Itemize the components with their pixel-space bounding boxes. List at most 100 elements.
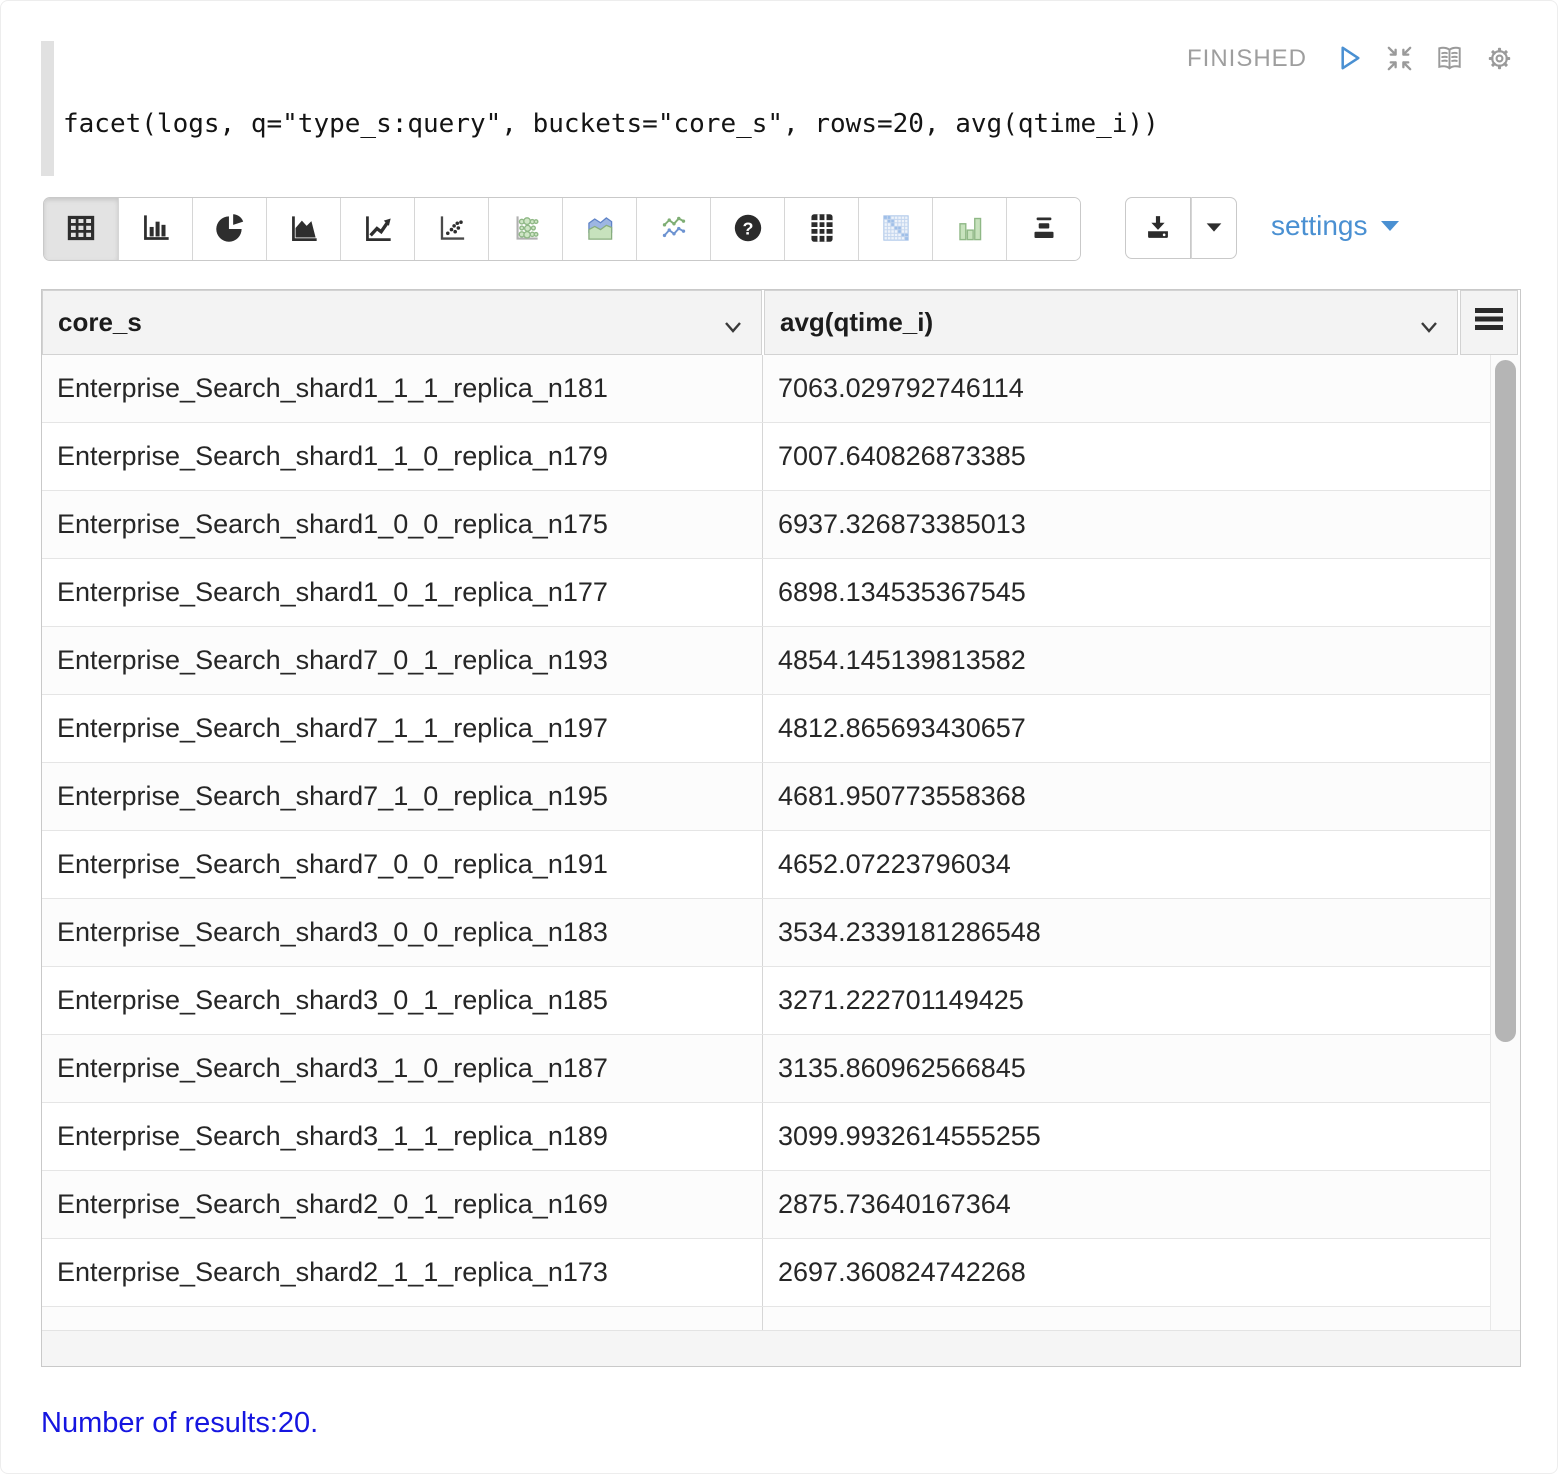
table-row: Enterprise_Search_shard1_1_0_replica_n17… [42,423,1490,491]
column-header-avg-qtime-i[interactable]: avg(qtime_i) [764,290,1458,355]
scatter-chart-icon [433,209,471,250]
vertical-scrollbar-thumb[interactable] [1495,360,1516,1042]
cell-avg-qtime-i: 4854.145139813582 [763,627,1490,694]
table-menu-button[interactable] [1460,290,1518,355]
cell-core-s: Enterprise_Search_shard3_0_0_replica_n18… [42,899,763,966]
cell-avg-qtime-i: 3099.9932614555255 [763,1103,1490,1170]
horizontal-scrollbar[interactable] [42,1330,1520,1366]
table-row: Enterprise_Search_shard2_0_1_replica_n16… [42,1171,1490,1239]
cell-avg-qtime-i: 4681.950773558368 [763,763,1490,830]
chevron-down-icon[interactable] [721,313,745,333]
download-icon [1141,210,1175,247]
bubble-chart-icon [507,209,545,250]
cell-core-s: Enterprise_Search_shard1_1_1_replica_n18… [42,355,763,422]
chart-type-funnel-chart-button[interactable] [1006,198,1080,260]
cell-core-s: Enterprise_Search_shard3_1_1_replica_n18… [42,1103,763,1170]
table-row [42,1307,1490,1330]
cell-avg-qtime-i: 6937.326873385013 [763,491,1490,558]
chart-type-heatmap-button[interactable] [858,198,932,260]
table-row: Enterprise_Search_shard1_1_1_replica_n18… [42,355,1490,423]
chart-type-stacked-area-chart-button[interactable] [562,198,636,260]
table-row: Enterprise_Search_shard7_0_1_replica_n19… [42,627,1490,695]
chart-type-multi-line-chart-button[interactable] [636,198,710,260]
table-row: Enterprise_Search_shard3_0_1_replica_n18… [42,967,1490,1035]
bar-chart-icon [137,209,175,250]
download-dropdown-button[interactable] [1191,197,1237,259]
settings-dropdown[interactable]: settings [1271,210,1402,242]
stacked-area-chart-icon [581,209,619,250]
chart-type-bar-chart-button[interactable] [118,198,192,260]
result-table: core_s avg(qtime_i) Enterprise_Search_sh… [41,289,1521,1367]
cell-avg-qtime-i: 7007.640826873385 [763,423,1490,490]
table-row: Enterprise_Search_shard7_1_1_replica_n19… [42,695,1490,763]
data-grid-icon [803,209,841,250]
code-line[interactable]: facet(logs, q="type_s:query", buckets="c… [63,109,1159,139]
pie-chart-icon [211,209,249,250]
table-row: Enterprise_Search_shard3_1_0_replica_n18… [42,1035,1490,1103]
hamburger-menu-icon [1474,306,1504,340]
chart-type-area-chart-button[interactable] [266,198,340,260]
caret-down-icon [1378,210,1402,242]
table-body: Enterprise_Search_shard1_1_1_replica_n18… [42,355,1490,1330]
editor-gutter [41,41,54,176]
table-row: Enterprise_Search_shard2_1_1_replica_n17… [42,1239,1490,1307]
cell-avg-qtime-i: 3135.860962566845 [763,1035,1490,1102]
help-icon: ? [729,209,767,250]
cell-avg-qtime-i [763,1307,1490,1330]
cell-core-s: Enterprise_Search_shard2_1_1_replica_n17… [42,1239,763,1306]
cell-avg-qtime-i: 4812.865693430657 [763,695,1490,762]
table-row: Enterprise_Search_shard1_0_0_replica_n17… [42,491,1490,559]
column-header-core-s[interactable]: core_s [42,290,762,355]
cell-avg-qtime-i: 2697.360824742268 [763,1239,1490,1306]
cell-core-s: Enterprise_Search_shard1_0_1_replica_n17… [42,559,763,626]
cell-avg-qtime-i: 7063.029792746114 [763,355,1490,422]
vertical-scrollbar[interactable] [1490,355,1520,1330]
chart-type-table-button[interactable] [44,198,118,260]
svg-text:?: ? [742,218,753,238]
column-chart-icon [951,209,989,250]
code-editor[interactable]: facet(logs, q="type_s:query", buckets="c… [41,41,1521,176]
table-row: Enterprise_Search_shard7_1_0_replica_n19… [42,763,1490,831]
chart-type-pie-chart-button[interactable] [192,198,266,260]
cell-core-s: Enterprise_Search_shard1_1_0_replica_n17… [42,423,763,490]
line-chart-icon [359,209,397,250]
chart-type-column-chart-button[interactable] [932,198,1006,260]
column-header-label: core_s [58,307,142,338]
chart-type-help-button[interactable]: ? [710,198,784,260]
table-row: Enterprise_Search_shard3_1_1_replica_n18… [42,1103,1490,1171]
cell-core-s: Enterprise_Search_shard3_1_0_replica_n18… [42,1035,763,1102]
chart-type-line-chart-button[interactable] [340,198,414,260]
funnel-chart-icon [1025,209,1063,250]
column-header-label: avg(qtime_i) [780,307,933,338]
results-count: Number of results:20. [41,1407,318,1440]
download-button[interactable] [1125,197,1191,259]
table-icon [62,209,100,250]
cell-core-s: Enterprise_Search_shard7_0_1_replica_n19… [42,627,763,694]
chevron-down-icon[interactable] [1417,313,1441,333]
cell-core-s: Enterprise_Search_shard7_1_0_replica_n19… [42,763,763,830]
table-row: Enterprise_Search_shard3_0_0_replica_n18… [42,899,1490,967]
cell-core-s: Enterprise_Search_shard3_0_1_replica_n18… [42,967,763,1034]
cell-avg-qtime-i: 3534.2339181286548 [763,899,1490,966]
area-chart-icon [285,209,323,250]
table-row: Enterprise_Search_shard7_0_0_replica_n19… [42,831,1490,899]
caret-down-icon [1203,218,1225,239]
chart-type-data-grid-button[interactable] [784,198,858,260]
cell-avg-qtime-i: 6898.134535367545 [763,559,1490,626]
cell-core-s: Enterprise_Search_shard7_0_0_replica_n19… [42,831,763,898]
chart-type-group: ? [43,197,1081,261]
table-row: Enterprise_Search_shard1_0_1_replica_n17… [42,559,1490,627]
visualization-toolbar: ? [43,197,1402,261]
table-header-row: core_s avg(qtime_i) [42,290,1520,355]
chart-type-scatter-chart-button[interactable] [414,198,488,260]
chart-type-bubble-chart-button[interactable] [488,198,562,260]
heatmap-icon [877,209,915,250]
cell-core-s: Enterprise_Search_shard2_0_1_replica_n16… [42,1171,763,1238]
cell-avg-qtime-i: 4652.07223796034 [763,831,1490,898]
zeppelin-paragraph: FINISHED [0,0,1558,1474]
cell-avg-qtime-i: 3271.222701149425 [763,967,1490,1034]
download-button-group [1125,197,1237,259]
cell-core-s: Enterprise_Search_shard1_0_0_replica_n17… [42,491,763,558]
cell-core-s: Enterprise_Search_shard7_1_1_replica_n19… [42,695,763,762]
cell-core-s [42,1307,763,1330]
